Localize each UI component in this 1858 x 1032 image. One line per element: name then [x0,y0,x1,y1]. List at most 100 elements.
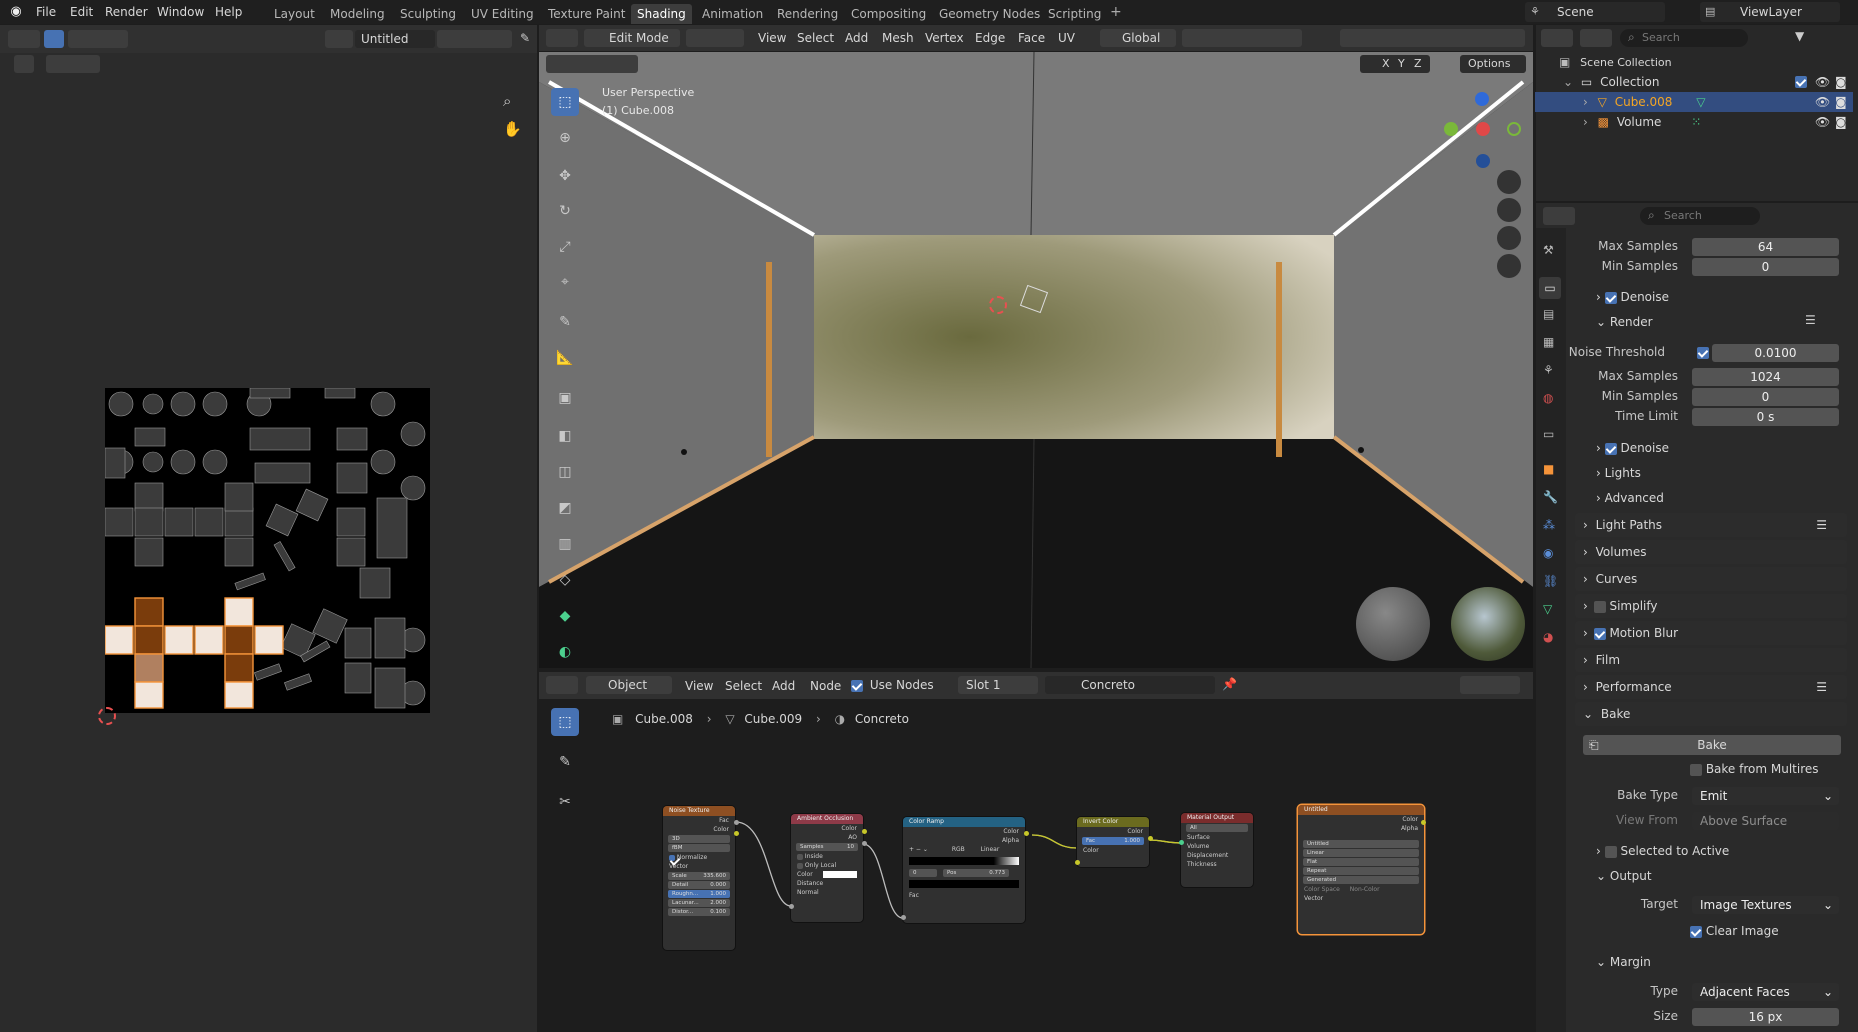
select-box-tool-icon[interactable]: ⬚ [551,88,579,116]
data-tab-icon[interactable]: ▽ [1543,602,1552,616]
overlay-controls[interactable] [1340,29,1525,47]
physics-tab-icon[interactable]: ◉ [1543,546,1553,560]
bake-button[interactable]: ⎗ Bake [1583,735,1841,755]
viewport-nav-camera-icon[interactable] [1497,226,1521,250]
subpanel-render[interactable]: ⌄ Render [1596,311,1653,333]
tool-tab-icon[interactable]: ⚒ [1543,243,1554,257]
view-layer-selector[interactable]: ▤ ViewLayer [1700,2,1840,22]
material-tab-icon[interactable]: ◕ [1543,630,1553,644]
bake-from-multires-checkbox[interactable]: Bake from Multires [1690,762,1819,776]
uv-layout[interactable] [105,388,430,713]
image-name-field[interactable]: Untitled [355,30,435,48]
knife-tool-icon[interactable]: ◇ [551,566,579,594]
mirror-z[interactable]: Z [1414,57,1422,70]
blender-logo-icon[interactable]: ◉ [8,4,24,20]
viewport-menu-face[interactable]: Face [1018,31,1045,45]
3d-cursor-icon[interactable] [989,296,1007,314]
node-editor-type[interactable] [546,676,578,694]
outliner-item-volume[interactable]: › ▩ Volume ⁙ 👁 ◙ [1535,112,1853,132]
volume-render-icon[interactable]: ◙ [1835,112,1847,132]
modifier-tab-icon[interactable]: 🔧 [1543,490,1558,504]
node-image-texture[interactable]: Untitled Color Alpha Untitled Linear Fla… [1298,805,1424,934]
node-menu-node[interactable]: Node [810,679,841,693]
panel-bake[interactable]: ⌄ Bake [1575,702,1847,726]
socket-ramp-color[interactable] [1024,831,1029,836]
node-menu-select[interactable]: Select [725,679,762,693]
color-ramp-swatch[interactable] [909,880,1019,888]
axis-x-icon[interactable] [1476,122,1490,136]
axes-gizmo[interactable] [1439,92,1521,172]
node-material-output[interactable]: Material Output All Surface Volume Displ… [1181,813,1253,887]
object-tab-icon[interactable]: ■ [1543,462,1554,476]
snapping-controls[interactable] [1182,29,1302,47]
viewport-menu-select[interactable]: Select [797,31,834,45]
pan-hand-icon[interactable]: ✋ [503,120,522,138]
socket-noise-fac[interactable] [734,820,739,825]
cursor-tool-icon[interactable]: ⊕ [551,124,579,152]
subpanel-margin[interactable]: ⌄ Margin [1596,951,1651,973]
object-type-dropdown[interactable]: Object [586,676,672,694]
viewport-nav-pan-icon[interactable] [1497,198,1521,222]
tab-uv-editing[interactable]: UV Editing [465,4,540,24]
panel-curves[interactable]: › Curves [1575,567,1847,591]
pin-icon[interactable]: ✎ [520,31,530,45]
viewport-menu-uv[interactable]: UV [1058,31,1075,45]
volume-visibility-icon[interactable]: 👁 [1815,112,1830,132]
node-color-ramp[interactable]: Color Ramp Color Alpha + − ⌄ RGB Linear … [903,817,1025,923]
material-selector[interactable]: Concreto [1045,676,1215,694]
tab-shading[interactable]: Shading [631,4,692,24]
annotate-tool-icon[interactable]: ✎ [551,308,579,336]
poly-build-tool-icon[interactable]: ◆ [551,602,579,630]
tab-compositing[interactable]: Compositing [845,4,932,24]
tab-rendering[interactable]: Rendering [771,4,844,24]
color-ramp-gradient[interactable] [909,857,1019,865]
2d-cursor-icon[interactable] [98,707,116,725]
transform-orientation-dropdown[interactable]: Global [1100,29,1176,47]
loop-cut-tool-icon[interactable]: ▥ [551,530,579,558]
scene-tab-icon[interactable]: ⚘ [1543,363,1554,377]
mirror-axes[interactable]: X Y Z [1360,55,1430,73]
view-layer-tab-icon[interactable]: ▦ [1543,335,1554,349]
menu-help[interactable]: Help [215,5,242,19]
subpanel-selected-to-active[interactable]: › Selected to Active [1596,840,1729,862]
collection-exclude-checkbox[interactable] [1795,76,1807,88]
measure-tool-icon[interactable]: 📐 [551,344,579,372]
properties-search[interactable]: ⌕ Search [1640,207,1760,225]
node-menu-view[interactable]: View [685,679,713,693]
add-workspace-button[interactable]: + [1110,4,1122,20]
panel-simplify[interactable]: › Simplify [1575,594,1847,618]
panel-film[interactable]: › Film [1575,648,1847,672]
mirror-x[interactable]: X [1382,57,1390,70]
viewport-menu-mesh[interactable]: Mesh [882,31,914,45]
noise-threshold-checkbox[interactable] [1697,347,1709,359]
outliner-editor-type[interactable] [1541,29,1573,47]
collection-visibility-icon[interactable]: 👁 [1815,72,1830,92]
cube-visibility-icon[interactable]: 👁 [1815,92,1830,112]
select-mode-buttons[interactable] [686,29,744,47]
node-overlay-controls[interactable] [1460,676,1520,694]
viewport-nav-ortho-icon[interactable] [1497,254,1521,278]
expand-arrow-icon[interactable]: › [1583,115,1588,129]
socket-ao-ao-out[interactable] [862,841,867,846]
outliner-item-cube[interactable]: › ▽ Cube.008 ▽ 👁 ◙ [1535,92,1853,112]
image-actions[interactable] [437,30,512,48]
rotate-tool-icon[interactable]: ↻ [551,197,579,225]
axis-neg-z-icon[interactable] [1476,154,1490,168]
outliner-scene-collection[interactable]: ▣ Scene Collection [1535,52,1853,72]
tab-sculpting[interactable]: Sculpting [394,4,462,24]
world-tab-icon[interactable]: ◍ [1543,391,1553,405]
menu-render[interactable]: Render [105,5,148,19]
viewport-select-mode-tools[interactable] [546,55,638,73]
collection-render-icon[interactable]: ◙ [1835,72,1847,92]
inset-tool-icon[interactable]: ◫ [551,458,579,486]
socket-ao-color-out[interactable] [862,829,867,834]
axis-z-icon[interactable] [1475,92,1489,106]
move-tool-icon[interactable]: ✥ [551,162,579,190]
outliner-collection[interactable]: ⌄ ▭ Collection 👁 ◙ [1535,72,1853,92]
uv-select-modes[interactable] [68,30,128,48]
mode-dropdown[interactable]: Edit Mode [584,29,680,47]
node-menu-add[interactable]: Add [772,679,795,693]
socket-invert-color-in[interactable] [1075,860,1080,865]
render-tab-icon[interactable]: ▭ [1539,277,1561,299]
spin-tool-icon[interactable]: ◐ [551,638,579,666]
